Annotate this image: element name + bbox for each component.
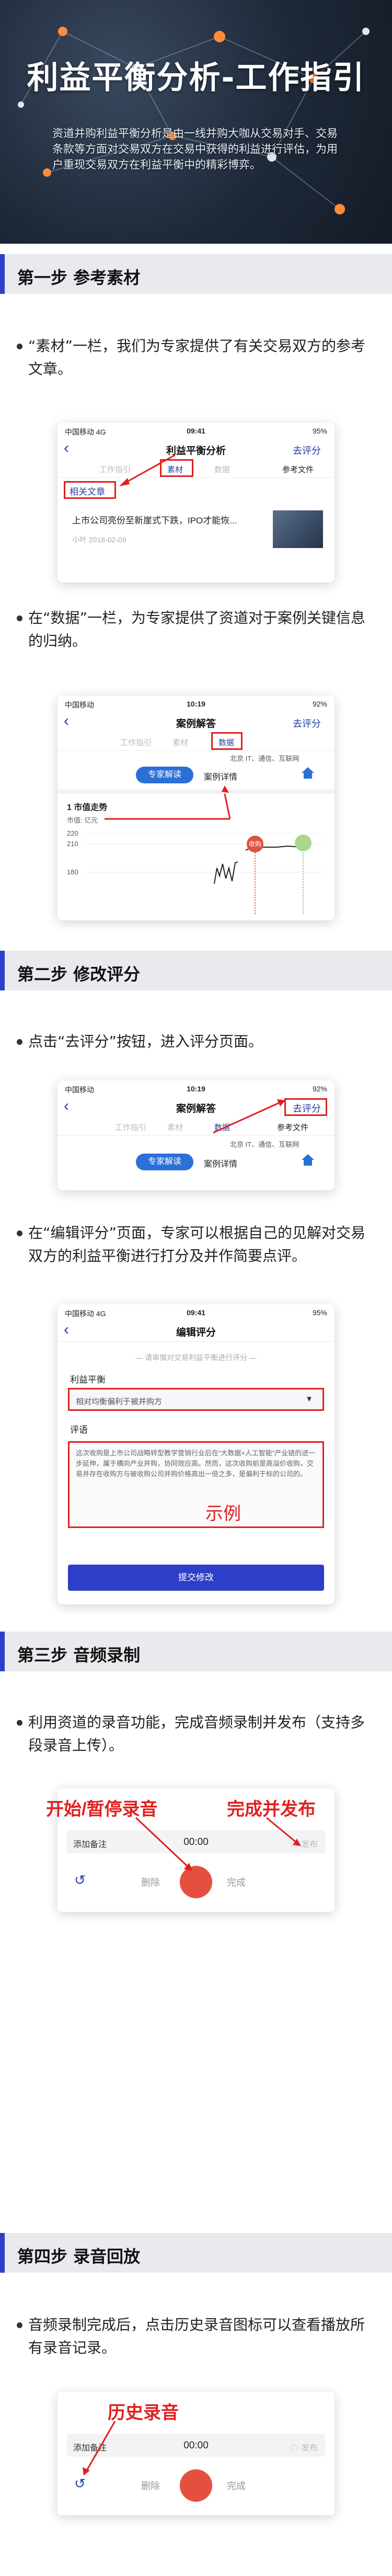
screenshot-materials: 中国移动 4G 09:41 95% ‹ 利益平衡分析 去评分 工作指引 素材 数据 …	[57, 423, 335, 583]
delete-button[interactable]: 删除	[141, 2479, 160, 2492]
publish-button[interactable]: ☁ 发布	[291, 2441, 318, 2453]
nav-bar: ‹ 利益平衡分析 去评分	[64, 439, 321, 457]
recording-timer: 00:00	[183, 2440, 209, 2451]
step3-bullet: 利用资道的录音功能，完成音频录制并发布（支持多段录音上传）。	[17, 1711, 368, 1757]
step2-bullet-go-rate: 点击“去评分”按钮，进入评分页面。	[17, 1030, 368, 1053]
tab-data[interactable]: 数据	[214, 1122, 230, 1133]
recording-timer: 00:00	[183, 1837, 209, 1848]
hero-banner: 利益平衡分析-工作指引 资道并购利益平衡分析是由一线并购大咖从交易对手、交易条款…	[0, 0, 392, 244]
done-button[interactable]: 完成	[227, 1875, 246, 1889]
tab-materials[interactable]: 素材	[167, 1122, 183, 1133]
step4-heading: 第四步 录音回放	[0, 2233, 392, 2273]
status-bar: 中国移动 10:19 92%	[65, 1085, 327, 1094]
highlight-box	[284, 1098, 327, 1116]
record-button[interactable]	[180, 1866, 212, 1898]
tab-data[interactable]: 数据	[214, 464, 230, 475]
example-annotation: 示例	[205, 1504, 241, 1524]
start-pause-annotation: 开始/暂停录音	[46, 1799, 158, 1819]
article-title[interactable]: 上市公司亮份至新崖式下跌，IPO才能恢...	[72, 515, 260, 527]
balance-label: 利益平衡	[70, 1375, 106, 1385]
recorder-panel-history: 历史录音 添加备注 00:00 ☁ 发布 ↺ 删除 完成	[57, 2392, 335, 2515]
tab-bar: 工作指引 素材 数据 参考文件	[57, 1118, 335, 1136]
status-bar: 中国移动 4G 09:41 95%	[65, 427, 327, 436]
step2-heading: 第二步 修改评分	[0, 951, 392, 990]
step1-bullet-data: 在“数据”一栏，为专家提供了资道对于案例关键信息的归纳。	[17, 607, 368, 653]
industry-tags: 北京 IT、通信、互联网	[230, 1141, 299, 1148]
chevron-down-icon: ▼	[305, 1395, 313, 1404]
submit-button[interactable]: 提交修改	[68, 1565, 324, 1591]
tab-guide[interactable]: 工作指引	[115, 1122, 146, 1133]
done-button[interactable]: 完成	[227, 2479, 246, 2492]
recording-bar: 添加备注 00:00 ☁ 发布	[67, 1830, 325, 1853]
page-title: 利益平衡分析-工作指引	[27, 60, 365, 96]
recording-bar: 添加备注 00:00 ☁ 发布	[67, 2434, 325, 2457]
tab-reference[interactable]: 参考文件	[282, 464, 314, 475]
finish-publish-annotation: 完成并发布	[227, 1799, 316, 1819]
section-related-articles: 相关文章	[70, 487, 105, 497]
publish-button[interactable]: ☁ 发布	[291, 1837, 318, 1850]
step2-bullet-edit-rating: 在“编辑评分”页面，专家可以根据自己的见解对交易双方的利益平衡进行打分及并作简要…	[17, 1222, 368, 1268]
article-thumbnail	[273, 510, 323, 548]
balance-select[interactable]: 相对均衡偏利于被并购方 ▼	[68, 1388, 324, 1411]
cloud-icon: ☁	[290, 2444, 299, 2453]
step1-heading: 第一步 参考素材	[0, 254, 392, 294]
tab-guide[interactable]: 工作指引	[99, 464, 131, 475]
nav-bar: ‹ 案例解答 去评分	[57, 1096, 335, 1118]
step3-heading: 第三步 音频录制	[0, 1632, 392, 1671]
hero-description: 资道并购利益平衡分析是由一线并购大咖从交易对手、交易条款等方面对交易双方在交易中…	[52, 127, 338, 171]
comment-textarea[interactable]: 这次收购是上市公司战略转型教学营销行业后在“大数据+人工智能”产业链的进一步延伸…	[68, 1441, 324, 1528]
screenshot-edit-rating: 中国移动 4G 09:41 95% ‹ 编辑评分 — 请审慎对交易利益平衡进行评分 …	[57, 1304, 335, 1604]
go-rate-button[interactable]: 去评分	[293, 443, 321, 457]
network-graphic	[18, 27, 370, 214]
history-annotation: 历史录音	[108, 2403, 179, 2423]
recorder-panel: 开始/暂停录音 完成并发布 添加备注 00:00 ☁ 发布 ↺ 删除 完成	[46, 1788, 335, 1912]
delete-button[interactable]: 删除	[141, 1875, 160, 1889]
highlight-box	[160, 459, 193, 477]
record-button[interactable]	[180, 2469, 212, 2502]
nav-bar: ‹ 编辑评分	[57, 1320, 335, 1342]
acquisition-marker[interactable]: 收购	[247, 836, 263, 852]
cloud-icon: ☁	[290, 1840, 299, 1849]
home-icon[interactable]	[301, 1154, 315, 1166]
screenshot-data: 中国移动 10:19 92% ‹ 案例解答 去评分 工作指引 素材 数据 北京 IT…	[57, 696, 335, 920]
case-detail-tab[interactable]: 案例详情	[204, 1157, 237, 1169]
screenshot-go-rate: 中国移动 10:19 92% ‹ 案例解答 去评分 工作指引 素材 数据 参考文件 …	[57, 1080, 335, 1190]
tab-bar: 工作指引 素材 数据 参考文件	[57, 459, 335, 478]
step4-bullet: 音频录制完成后，点击历史录音图标可以查看播放所有录音记录。	[17, 2313, 368, 2360]
rating-hint: — 请审慎对交易利益平衡进行评分 —	[135, 1353, 257, 1362]
article-meta: 小叶 2018-02-09	[72, 535, 126, 544]
step1-bullet-materials: “素材”一栏，我们为专家提供了有关交易双方的参考文章。	[17, 335, 368, 381]
comment-label: 评语	[70, 1425, 88, 1435]
tab-reference[interactable]: 参考文件	[277, 1122, 308, 1133]
expert-reading-button[interactable]: 专家解读	[136, 1154, 193, 1170]
history-icon[interactable]: ↺	[74, 1872, 86, 1888]
history-icon[interactable]: ↺	[74, 2476, 86, 2492]
price-chart	[86, 785, 324, 915]
status-bar: 中国移动 4G 09:41 95%	[65, 1308, 327, 1318]
